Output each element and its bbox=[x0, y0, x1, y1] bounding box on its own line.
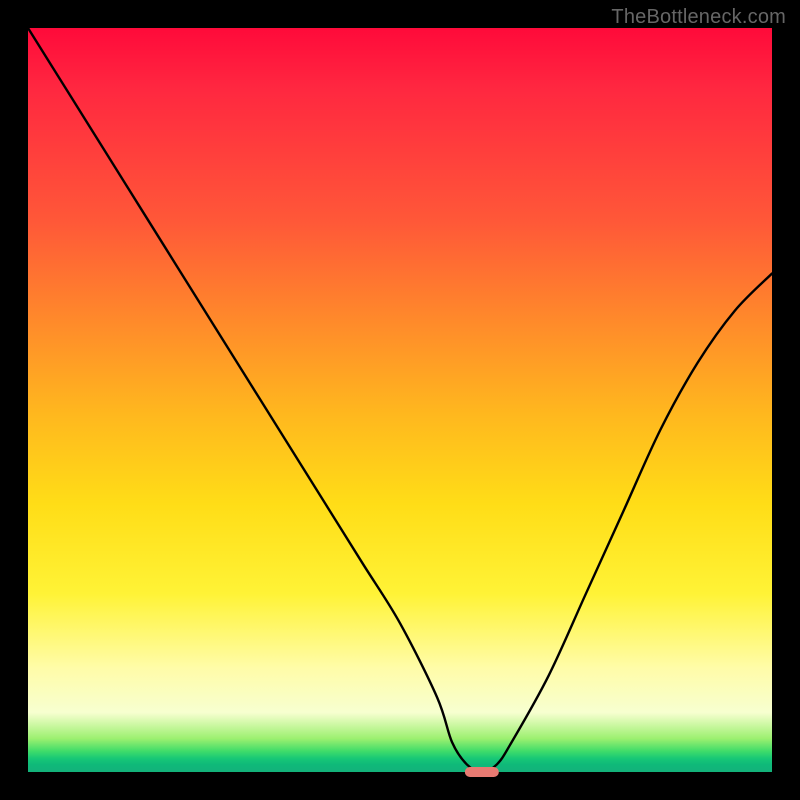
bottleneck-curve-svg bbox=[28, 28, 772, 772]
bottleneck-curve-line bbox=[28, 28, 772, 772]
watermark-label: TheBottleneck.com bbox=[611, 6, 786, 29]
chart-area bbox=[28, 28, 772, 772]
optimal-point-marker bbox=[465, 767, 499, 777]
